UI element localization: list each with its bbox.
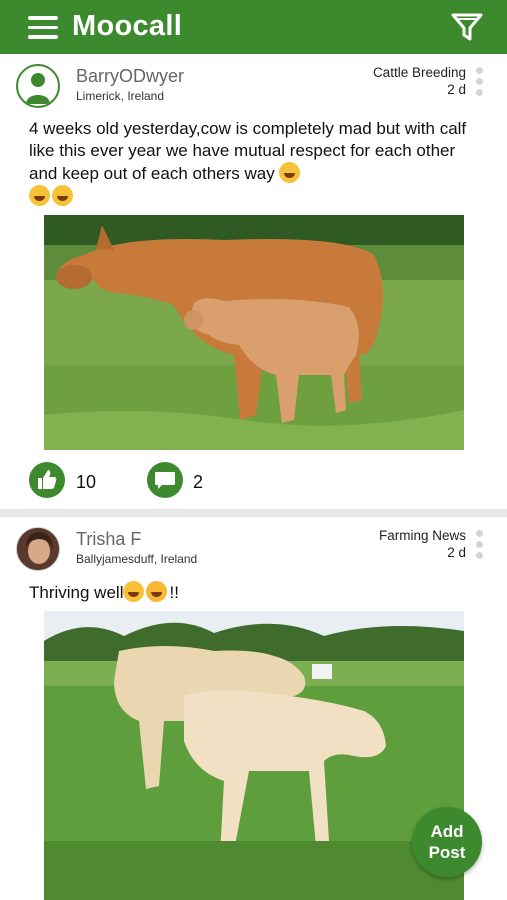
avatar[interactable] (16, 64, 60, 108)
post-image[interactable] (44, 611, 464, 900)
add-post-label-line2: Post (428, 843, 466, 862)
filter-icon[interactable] (450, 10, 484, 44)
user-icon (26, 73, 50, 104)
comment-count: 2 (193, 472, 204, 492)
post-username[interactable]: BarryODwyer (76, 66, 184, 87)
emoji-laughing (29, 185, 50, 206)
post-location: Ballyjamesduff, Ireland (76, 552, 198, 566)
post-category: Cattle Breeding (372, 65, 466, 80)
post-age: 2 d (447, 545, 466, 560)
post-divider (0, 509, 507, 517)
more-icon[interactable] (476, 530, 484, 562)
more-icon[interactable] (476, 67, 484, 99)
emoji-laughing (279, 162, 301, 183)
menu-icon[interactable] (28, 16, 58, 39)
post-text: 4 weeks old yesterday,cow is completely … (29, 118, 469, 208)
top-app-bar: Moocall (0, 0, 507, 54)
comment-icon[interactable] (147, 462, 183, 498)
avatar[interactable] (16, 527, 60, 571)
post-category: Farming News (378, 528, 466, 543)
post-location: Limerick, Ireland (76, 89, 165, 103)
add-post-label-line1: Add (430, 822, 464, 841)
thumbs-up-icon[interactable] (29, 462, 65, 498)
post-text-body: Thriving well (29, 583, 124, 602)
app-title: Moocall (72, 10, 183, 42)
post-feed: BarryODwyer Limerick, Ireland Cattle Bre… (0, 54, 507, 900)
emoji-laughing (52, 185, 73, 206)
add-post-button[interactable]: Add Post (412, 807, 482, 877)
post-text-body: 4 weeks old yesterday,cow is completely … (29, 119, 467, 183)
post-image[interactable] (44, 215, 464, 450)
post-text: Thriving well!! (29, 581, 469, 604)
emoji-kiss (123, 581, 145, 602)
post-text-suffix: !! (169, 583, 179, 602)
post-username[interactable]: Trisha F (76, 529, 141, 550)
post-age: 2 d (447, 82, 466, 97)
emoji-ok-hand (146, 581, 168, 602)
post-card: BarryODwyer Limerick, Ireland Cattle Bre… (0, 54, 507, 509)
like-count: 10 (76, 472, 97, 492)
